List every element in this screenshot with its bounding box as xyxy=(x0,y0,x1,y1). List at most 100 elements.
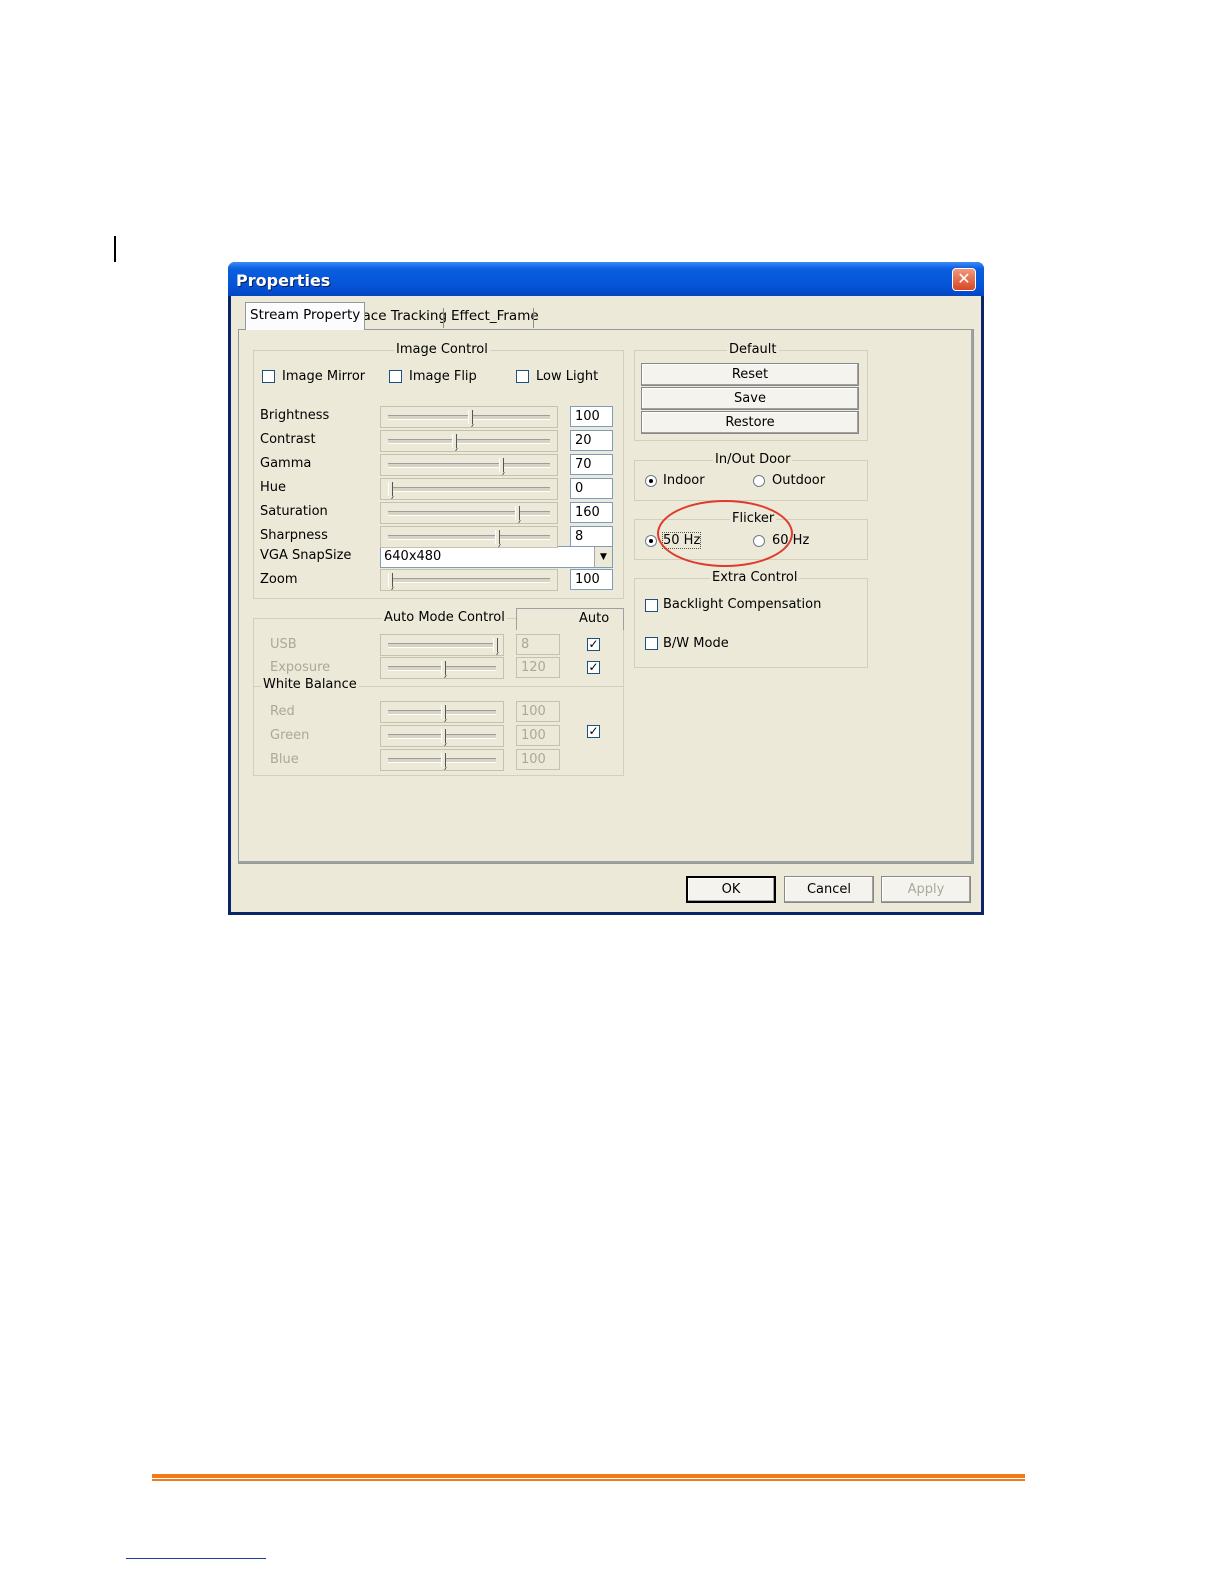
brightness-label: Brightness xyxy=(260,408,330,423)
saturation-value[interactable]: 160 xyxy=(570,502,613,523)
hue-value[interactable]: 0 xyxy=(570,478,613,499)
slider-thumb[interactable] xyxy=(388,573,393,587)
slider-thumb[interactable] xyxy=(499,458,504,472)
slider-thumb[interactable] xyxy=(493,638,498,652)
contrast-value[interactable]: 20 xyxy=(570,430,613,451)
check-icon: ✓ xyxy=(588,660,599,674)
zoom-slider[interactable] xyxy=(380,569,558,591)
sharpness-value[interactable]: 8 xyxy=(570,526,613,547)
reset-button[interactable]: Reset xyxy=(641,363,859,386)
gamma-slider[interactable] xyxy=(380,454,558,476)
slider-track xyxy=(388,463,550,468)
contrast-label: Contrast xyxy=(260,432,316,447)
page-footnote-rule xyxy=(126,1558,266,1559)
apply-button[interactable]: Apply xyxy=(881,876,971,903)
50hz-radio[interactable] xyxy=(645,535,657,547)
green-slider[interactable] xyxy=(380,725,504,747)
saturation-label: Saturation xyxy=(260,504,328,519)
highlight-circle xyxy=(657,500,793,567)
white-balance-auto-checkbox[interactable]: ✓ xyxy=(587,725,600,738)
usb-auto-checkbox[interactable]: ✓ xyxy=(587,638,600,651)
default-title: Default xyxy=(727,342,779,357)
blue-label: Blue xyxy=(270,752,299,767)
red-value[interactable]: 100 xyxy=(516,701,560,722)
slider-thumb[interactable] xyxy=(452,434,457,448)
exposure-label: Exposure xyxy=(270,660,331,675)
slider-thumb[interactable] xyxy=(515,506,520,520)
default-group: Default Reset Save Restore xyxy=(634,342,868,441)
blue-value[interactable]: 100 xyxy=(516,749,560,770)
slider-track xyxy=(388,511,550,516)
indoor-radio[interactable] xyxy=(645,475,657,487)
slider-thumb[interactable] xyxy=(495,530,500,544)
zoom-value[interactable]: 100 xyxy=(570,569,613,590)
backlight-compensation-checkbox[interactable] xyxy=(645,599,658,612)
tab-label: Stream Property xyxy=(250,307,361,323)
backlight-compensation-label: Backlight Compensation xyxy=(663,597,822,612)
sharpness-slider[interactable] xyxy=(380,526,558,548)
slider-thumb[interactable] xyxy=(441,729,446,743)
close-icon: ✕ xyxy=(957,269,971,288)
blue-slider[interactable] xyxy=(380,749,504,771)
white-balance-title: White Balance xyxy=(261,677,359,692)
close-button[interactable]: ✕ xyxy=(952,268,976,291)
chevron-down-icon[interactable]: ▼ xyxy=(594,547,612,567)
outdoor-radio[interactable] xyxy=(753,475,765,487)
hue-label: Hue xyxy=(260,480,287,495)
indoor-label: Indoor xyxy=(663,473,705,488)
image-mirror-checkbox[interactable] xyxy=(262,370,275,383)
red-slider[interactable] xyxy=(380,701,504,723)
exposure-auto-checkbox[interactable]: ✓ xyxy=(587,661,600,674)
slider-track xyxy=(388,578,550,583)
image-control-title: Image Control xyxy=(394,342,490,357)
low-light-label: Low Light xyxy=(536,369,599,384)
usb-value[interactable]: 8 xyxy=(516,634,560,655)
brightness-value[interactable]: 100 xyxy=(570,406,613,427)
exposure-value[interactable]: 120 xyxy=(516,657,560,678)
page-margin-bar xyxy=(114,236,116,262)
check-icon: ✓ xyxy=(588,637,599,651)
auto-mode-group: Auto Mode Control Auto White Balance ✓ U… xyxy=(253,608,624,776)
slider-thumb[interactable] xyxy=(441,753,446,767)
ok-button[interactable]: OK xyxy=(686,876,776,903)
tab-stream-property[interactable]: Stream Property xyxy=(245,302,366,330)
vga-snapsize-select[interactable]: 640x480 ▼ xyxy=(380,546,613,568)
exposure-slider[interactable] xyxy=(380,657,504,679)
green-value[interactable]: 100 xyxy=(516,725,560,746)
low-light-checkbox[interactable] xyxy=(516,370,529,383)
page-footer-rule xyxy=(152,1474,1025,1481)
slider-track xyxy=(388,643,496,648)
tab-label: Effect_Frame xyxy=(451,308,539,324)
saturation-slider[interactable] xyxy=(380,502,558,524)
image-control-group: Image Control Image Mirror Image Flip Lo… xyxy=(253,342,624,599)
red-label: Red xyxy=(270,704,295,719)
vga-snapsize-value: 640x480 xyxy=(384,549,442,564)
image-flip-checkbox[interactable] xyxy=(389,370,402,383)
outdoor-label: Outdoor xyxy=(772,473,826,488)
restore-button[interactable]: Restore xyxy=(641,411,859,434)
image-mirror-label: Image Mirror xyxy=(282,369,366,384)
slider-thumb[interactable] xyxy=(388,482,393,496)
title-bar[interactable]: Properties ✕ xyxy=(228,262,984,296)
tab-face-tracking[interactable]: Face Tracking xyxy=(352,304,451,328)
slider-thumb[interactable] xyxy=(468,410,473,424)
cancel-button[interactable]: Cancel xyxy=(784,876,874,903)
usb-slider[interactable] xyxy=(380,634,504,656)
hue-slider[interactable] xyxy=(380,478,558,500)
brightness-slider[interactable] xyxy=(380,406,558,428)
properties-dialog: Properties ✕ Stream Property Face Tracki… xyxy=(228,262,984,915)
tab-effect-frame[interactable]: Effect_Frame xyxy=(447,304,543,328)
auto-mode-title: Auto Mode Control xyxy=(382,610,507,625)
save-button[interactable]: Save xyxy=(641,387,859,410)
contrast-slider[interactable] xyxy=(380,430,558,452)
gamma-value[interactable]: 70 xyxy=(570,454,613,475)
slider-thumb[interactable] xyxy=(441,661,446,675)
dialog-client: Stream Property Face Tracking Effect_Fra… xyxy=(231,296,981,912)
tab-separator xyxy=(533,308,534,328)
stream-property-panel: Image Control Image Mirror Image Flip Lo… xyxy=(238,329,974,864)
window-title: Properties xyxy=(236,271,331,290)
slider-thumb[interactable] xyxy=(441,705,446,719)
bw-mode-checkbox[interactable] xyxy=(645,637,658,650)
gamma-label: Gamma xyxy=(260,456,312,471)
bw-mode-label: B/W Mode xyxy=(663,636,729,651)
